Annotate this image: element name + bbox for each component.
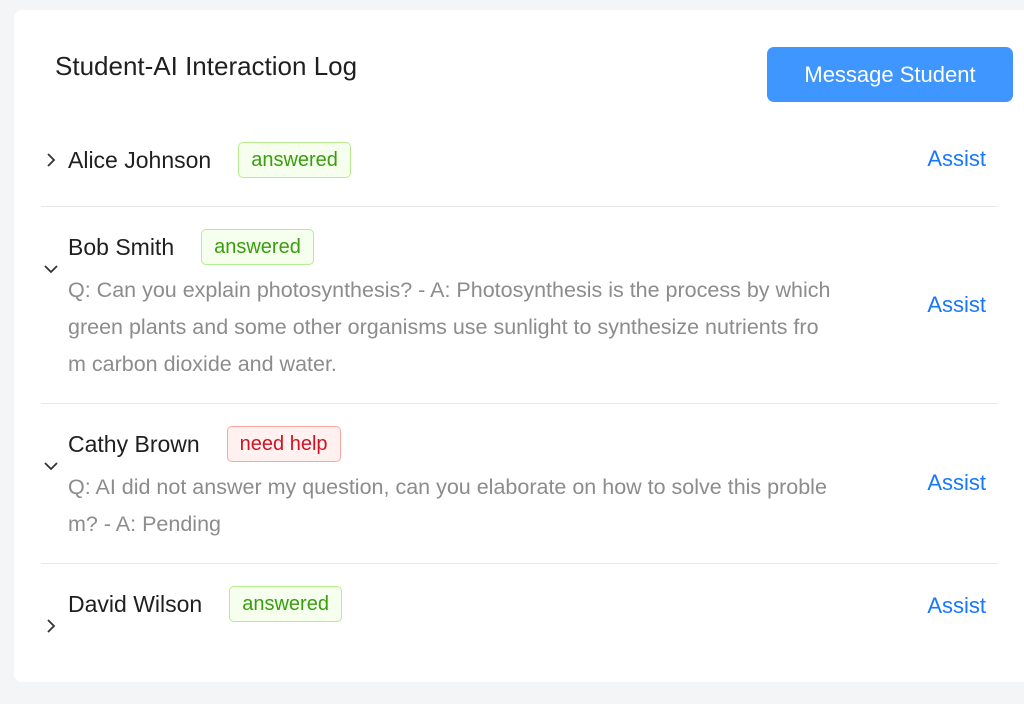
chevron-right-icon[interactable] xyxy=(43,152,59,168)
page-title: Student-AI Interaction Log xyxy=(55,51,358,81)
list-item-cathy: Cathy Brown need help Q: AI did not answ… xyxy=(41,404,998,564)
list-item-toggle[interactable]: David Wilson answered xyxy=(41,586,998,633)
student-name: Alice Johnson xyxy=(68,147,212,173)
student-name: David Wilson xyxy=(68,591,203,617)
interaction-text: Q: AI did not answer my question, can yo… xyxy=(68,475,827,536)
student-name: Cathy Brown xyxy=(68,431,200,457)
list-item-toggle[interactable]: Bob Smith answered Q: Can you explain ph… xyxy=(41,229,998,383)
chevron-down-icon[interactable] xyxy=(43,261,59,277)
card-header: Student-AI Interaction Log Message Stude… xyxy=(55,47,1013,102)
list-item-david: David Wilson answered Assist xyxy=(41,564,998,644)
list-item-toggle[interactable]: Cathy Brown need help Q: AI did not answ… xyxy=(41,426,998,543)
assist-button[interactable]: Assist xyxy=(927,593,986,619)
assist-button[interactable]: Assist xyxy=(927,146,986,172)
list-item-bob: Bob Smith answered Q: Can you explain ph… xyxy=(41,207,998,404)
list-item-alice: Alice Johnson answered Assist xyxy=(41,118,998,207)
status-badge: answered xyxy=(229,586,342,622)
chevron-right-icon[interactable] xyxy=(43,618,59,634)
status-badge: answered xyxy=(238,142,351,178)
status-badge: answered xyxy=(201,229,314,265)
list-item-toggle[interactable]: Alice Johnson answered xyxy=(41,142,998,178)
interaction-list: Alice Johnson answered Assist Bob Smith … xyxy=(41,118,998,644)
assist-button[interactable]: Assist xyxy=(927,470,986,496)
interaction-text: Q: Can you explain photosynthesis? - A: … xyxy=(68,278,831,376)
chevron-down-icon[interactable] xyxy=(43,458,59,474)
assist-button[interactable]: Assist xyxy=(927,292,986,318)
message-student-button[interactable]: Message Student xyxy=(767,47,1013,102)
status-badge: need help xyxy=(226,426,341,462)
student-name: Bob Smith xyxy=(68,234,175,260)
